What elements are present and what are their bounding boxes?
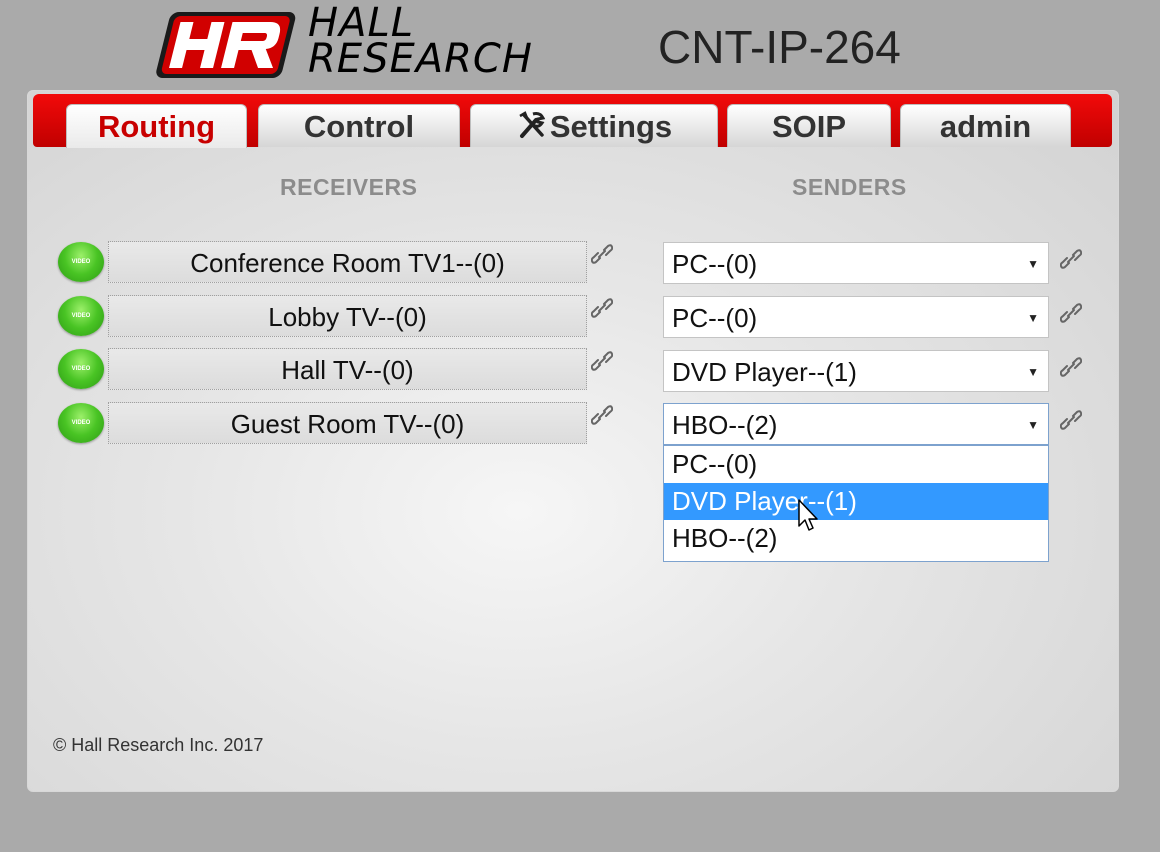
sender-select[interactable]: PC--(0) ▼ <box>663 242 1049 284</box>
tab-admin-label: admin <box>939 109 1032 144</box>
dropdown-arrow-icon: ▼ <box>1027 365 1039 379</box>
mouse-pointer-icon <box>798 499 818 531</box>
tab-routing[interactable]: Routing <box>66 104 247 148</box>
receiver-name[interactable]: Guest Room TV--(0) <box>108 402 587 444</box>
sender-select-value: PC--(0) <box>672 303 758 333</box>
link-icon[interactable] <box>591 243 613 265</box>
receivers-heading: RECEIVERS <box>280 174 418 200</box>
sender-select-value: DVD Player--(1) <box>672 357 857 387</box>
tab-soip-label: SOIP <box>771 109 847 144</box>
link-icon[interactable] <box>591 404 613 426</box>
sender-select[interactable]: DVD Player--(1) ▼ <box>663 350 1049 392</box>
sender-dropdown-list: PC--(0) DVD Player--(1) HBO--(2) <box>663 445 1049 562</box>
receiver-name[interactable]: Hall TV--(0) <box>108 348 587 390</box>
tab-soip[interactable]: SOIP <box>727 104 891 147</box>
dropdown-arrow-icon: ▼ <box>1027 418 1039 432</box>
tab-routing-label: Routing <box>97 109 216 144</box>
senders-heading: SENDERS <box>792 174 907 200</box>
sender-select-value: PC--(0) <box>672 249 758 279</box>
dropdown-arrow-icon: ▼ <box>1027 311 1039 325</box>
hall-research-wordmark: HALL RESEARCH <box>308 3 628 84</box>
link-icon[interactable] <box>591 350 613 372</box>
logo-line-research: RESEARCH <box>308 36 533 82</box>
receiver-name[interactable]: Conference Room TV1--(0) <box>108 241 587 283</box>
video-status-led[interactable]: VIDEO <box>58 349 104 389</box>
video-status-led[interactable]: VIDEO <box>58 242 104 282</box>
tab-admin[interactable]: admin <box>900 104 1071 147</box>
video-status-led[interactable]: VIDEO <box>58 403 104 443</box>
tab-control-label: Control <box>303 109 415 144</box>
dropdown-option-highlighted[interactable]: DVD Player--(1) <box>664 483 1048 520</box>
sender-select-open[interactable]: HBO--(2) ▼ <box>663 403 1049 445</box>
model-name: CNT-IP-264 <box>658 21 901 73</box>
hall-research-logo-mark <box>156 12 296 78</box>
sender-select[interactable]: PC--(0) ▼ <box>663 296 1049 338</box>
dropdown-option[interactable]: HBO--(2) <box>664 520 1048 557</box>
tools-icon <box>519 111 546 138</box>
link-icon[interactable] <box>1060 302 1082 324</box>
link-icon[interactable] <box>591 297 613 319</box>
link-icon[interactable] <box>1060 409 1082 431</box>
copyright-footer: © Hall Research Inc. 2017 <box>53 735 264 755</box>
tab-control[interactable]: Control <box>258 104 460 147</box>
video-status-led[interactable]: VIDEO <box>58 296 104 336</box>
tab-settings-label: Settings <box>549 109 673 144</box>
link-icon[interactable] <box>1060 248 1082 270</box>
dropdown-option[interactable]: PC--(0) <box>664 446 1048 483</box>
page: HALL RESEARCH CNT-IP-264 Routing Control… <box>0 0 1160 852</box>
dropdown-arrow-icon: ▼ <box>1027 257 1039 271</box>
tab-settings[interactable]: Settings <box>470 104 718 147</box>
sender-select-value: HBO--(2) <box>672 410 778 440</box>
link-icon[interactable] <box>1060 356 1082 378</box>
receiver-name[interactable]: Lobby TV--(0) <box>108 295 587 337</box>
